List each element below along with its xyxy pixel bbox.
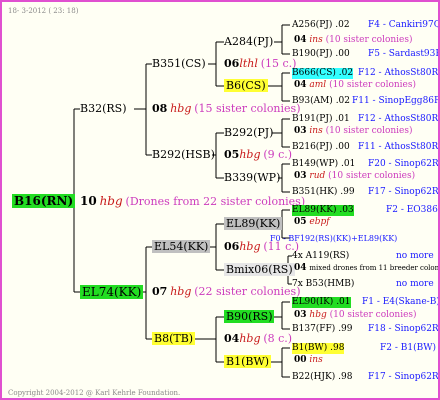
- b6-note: 04 aml (10 sister colonies): [294, 80, 416, 90]
- row-b137[interactable]: B137(FF) .99: [292, 324, 353, 335]
- row-a119[interactable]: 4x A119(RS): [292, 251, 349, 262]
- row-b666[interactable]: B666(CS) .02: [292, 68, 354, 79]
- row-b351hk-mother: F17 - Sinop62R: [368, 187, 439, 197]
- root-year-note: 10 hbg (Drones from 22 sister colonies): [80, 194, 306, 208]
- row-b216-mother: F11 - AthosSt80R: [358, 142, 439, 152]
- header-date: 18- 3-2012 ( 23: 18): [8, 7, 79, 15]
- gen2-el54[interactable]: EL54(KK): [152, 240, 211, 253]
- row-b53-more: no more: [396, 279, 434, 289]
- gen1-father-note: 08 hbg (15 sister colonies): [152, 102, 301, 115]
- gen3-b1bw[interactable]: B1(BW): [224, 355, 272, 368]
- row-el90-mother: F1 - E4(Skane-B): [362, 297, 440, 307]
- el89-note: 05 ebpf: [294, 217, 330, 227]
- gen3-el89[interactable]: EL89(KK): [224, 217, 283, 230]
- b90-note: 03 hbg (10 sister colonies): [294, 310, 417, 320]
- row-el89-mother: F2 - EO386: [386, 205, 438, 215]
- row-b22-mother: F17 - Sinop62R: [368, 372, 439, 382]
- row-el89-03[interactable]: EL89(KK) .03: [292, 205, 354, 216]
- b292pj-note: 03 ins (10 sister colonies): [294, 126, 413, 136]
- b8-note: 04hbg (8 c.): [224, 332, 293, 345]
- gen3-b6[interactable]: B6(CS): [224, 79, 268, 92]
- gen3-b90[interactable]: B90(RS): [224, 310, 275, 323]
- row-a256-mother: F4 - Cankiri97Q: [368, 20, 440, 30]
- b351-note: 06lthl (15 c.): [224, 57, 297, 70]
- row-b22[interactable]: B22(HJK) .98: [292, 372, 352, 383]
- row-b1bw[interactable]: B1(BW) .98: [292, 343, 345, 354]
- gen3-b339[interactable]: B339(WP): [224, 171, 280, 184]
- gen2-b351[interactable]: B351(CS): [152, 57, 206, 70]
- row-b666-mother: F12 - AthosSt80R: [358, 68, 439, 78]
- row-b1bw-mother: F2 - B1(BW): [380, 343, 436, 353]
- row-b216[interactable]: B216(PJ) .00: [292, 142, 350, 153]
- gen3-bmix06[interactable]: Bmix06(RS): [224, 263, 295, 276]
- gen2-b292[interactable]: B292(HSB): [152, 148, 215, 161]
- b339-note: 03 rud (10 sister colonies): [294, 171, 416, 181]
- queen-root[interactable]: B16(RN): [12, 194, 76, 208]
- row-b191-mother: F12 - AthosSt80R: [358, 114, 439, 124]
- row-b149[interactable]: B149(WP) .01: [292, 159, 355, 170]
- gen1-mother[interactable]: EL74(KK): [80, 285, 144, 299]
- row-b93[interactable]: B93(AM) .02: [292, 96, 350, 107]
- row-b149-mother: F20 - Sinop62R: [368, 159, 439, 169]
- b292-note: 05hbg (9 c.): [224, 148, 293, 161]
- row-b137-mother: F18 - Sinop62R: [368, 324, 439, 334]
- row-b53[interactable]: 7x B53(HMB): [292, 279, 354, 290]
- bmix06-note: 04 mixed drones from 11 breeder colonies: [294, 263, 440, 273]
- gen1-mother-note: 07 hbg (22 sister colonies): [152, 285, 301, 298]
- row-b190-mother: F5 - Sardast93R: [368, 49, 440, 59]
- row-b351hk[interactable]: B351(HK) .99: [292, 187, 355, 198]
- a284-note: 04 ins (10 sister colonies): [294, 35, 413, 45]
- row-el90[interactable]: EL90(IK) .01: [292, 297, 351, 308]
- row-b191[interactable]: B191(PJ) .01: [292, 114, 350, 125]
- gen3-b292pj[interactable]: B292(PJ): [224, 126, 273, 139]
- gen1-father[interactable]: B32(RS): [80, 102, 126, 115]
- b1bw-note: 00 ins: [294, 355, 323, 365]
- row-f0-note: F0 - BF192(RS)(KK)+EL89(KK): [270, 234, 398, 243]
- footer-copyright: Copyright 2004-2012 @ Karl Kehrle Founda…: [8, 389, 181, 397]
- row-b93-mother: F11 - SinopEgg86R: [352, 96, 440, 106]
- pedigree-frame: 18- 3-2012 ( 23: 18) Copyright 2004-2012…: [0, 0, 440, 400]
- gen2-b8[interactable]: B8(TB): [152, 332, 196, 345]
- row-a256[interactable]: A256(PJ) .02: [292, 20, 350, 31]
- gen3-a284[interactable]: A284(PJ): [224, 35, 273, 48]
- row-b190[interactable]: B190(PJ) .00: [292, 49, 350, 60]
- row-a119-more: no more: [396, 251, 434, 261]
